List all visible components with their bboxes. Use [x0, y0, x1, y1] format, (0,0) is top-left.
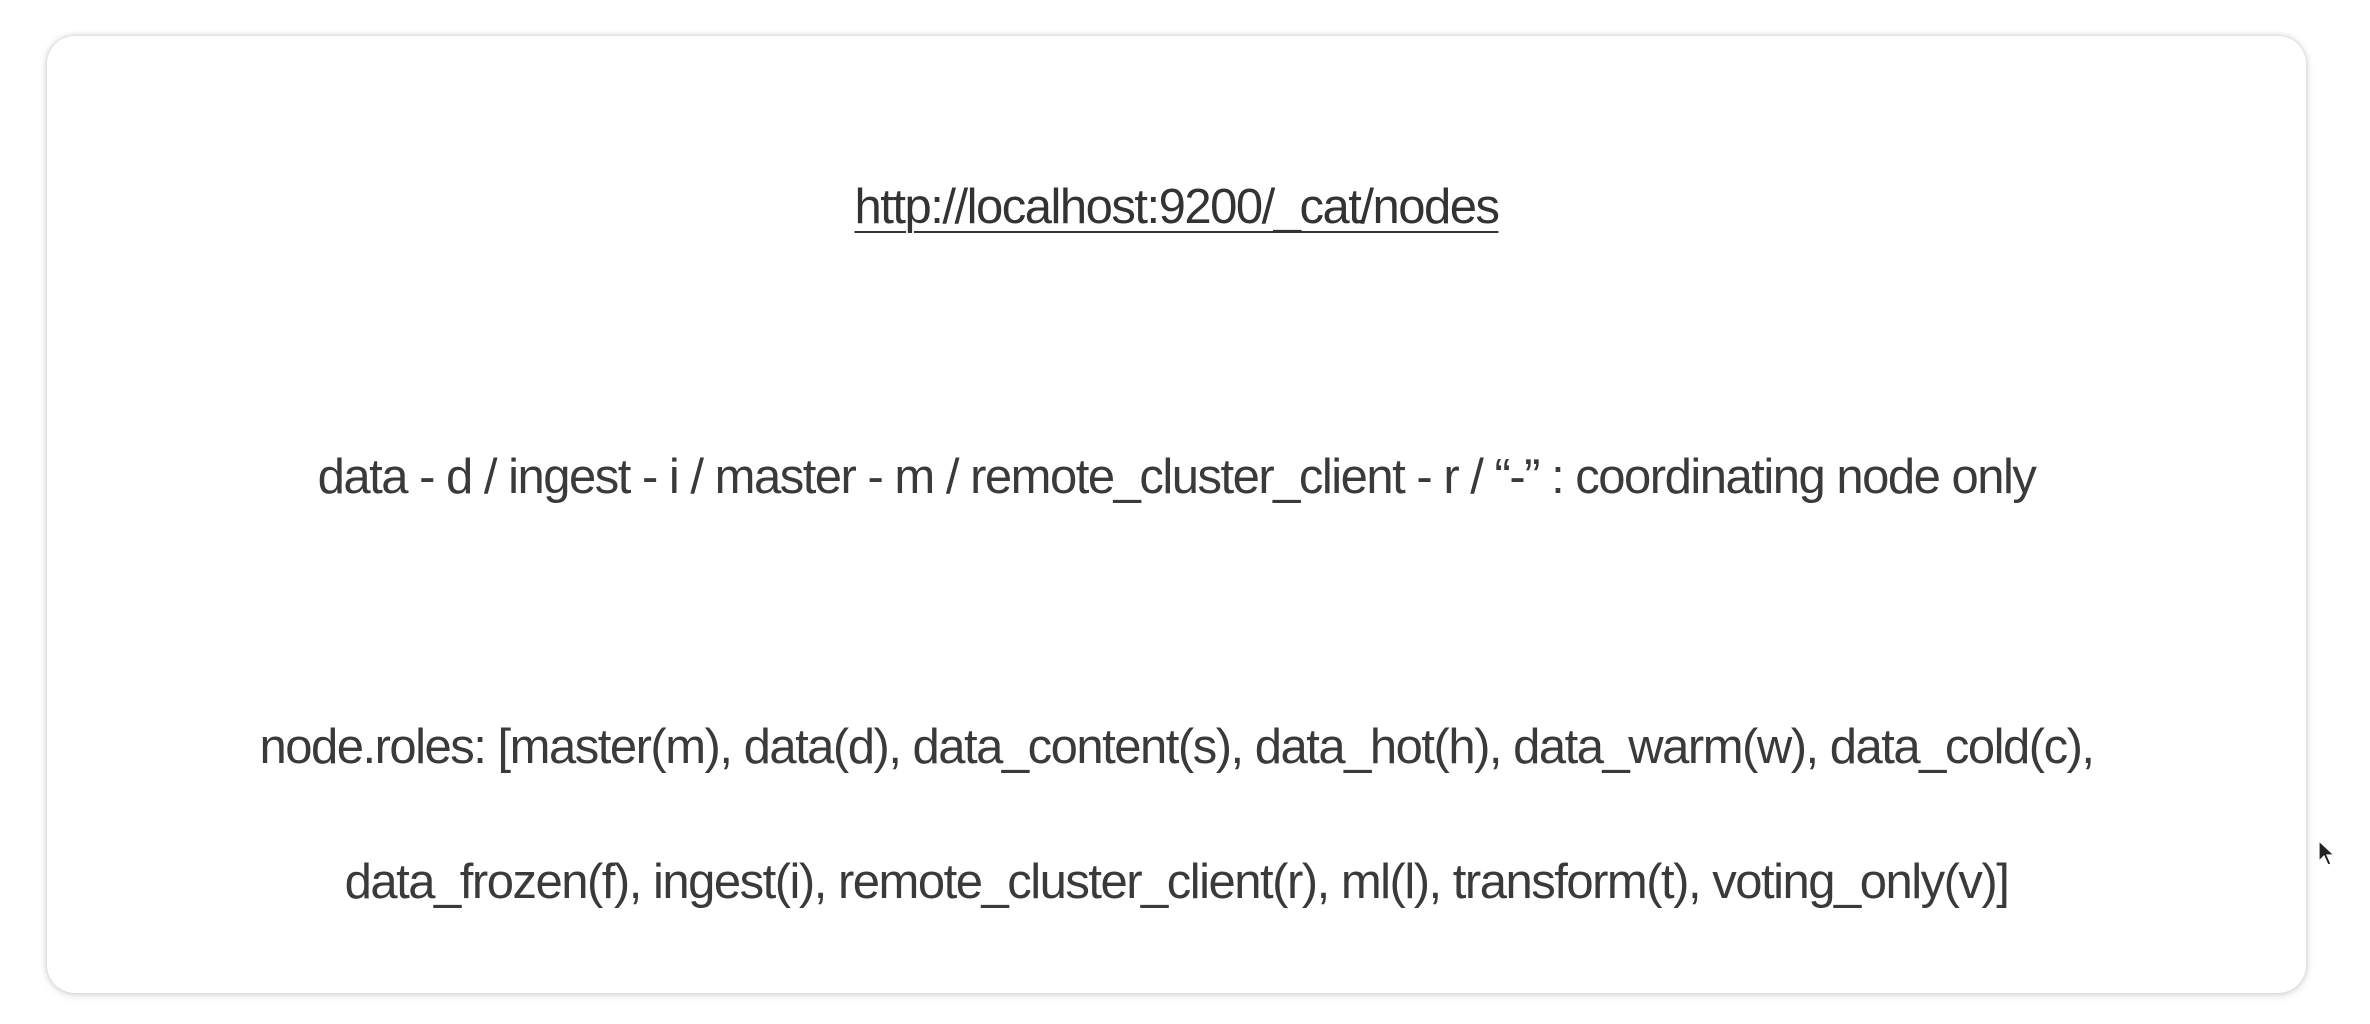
node-roles-line-1: node.roles: [master(m), data(d), data_co… [259, 720, 2095, 774]
node-roles-line-2: data_frozen(f), ingest(i), remote_cluste… [344, 855, 2010, 909]
page: http://localhost:9200/_cat/nodes data - … [0, 0, 2370, 1024]
slide-card: http://localhost:9200/_cat/nodes data - … [47, 36, 2306, 993]
roles-legend-text: data - d / ingest - i / master - m / rem… [317, 450, 2037, 504]
url-link[interactable]: http://localhost:9200/_cat/nodes [47, 179, 2306, 235]
mouse-pointer-icon [2318, 840, 2336, 866]
